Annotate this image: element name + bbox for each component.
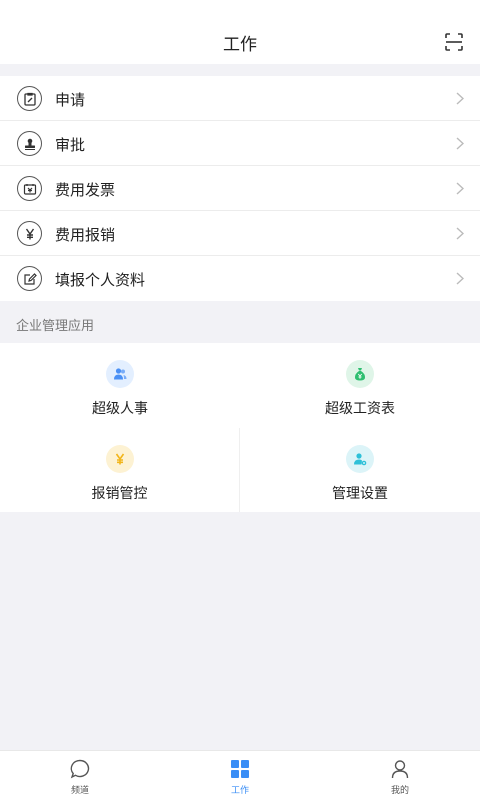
app-super-payroll[interactable]: 超级工资表 <box>240 343 480 427</box>
chat-bubble-icon <box>70 759 90 779</box>
menu-label: 费用发票 <box>55 181 116 199</box>
app-expense-control[interactable]: 报销管控 <box>0 428 240 512</box>
chevron-right-icon <box>456 182 464 195</box>
section-title: 企业管理应用 <box>16 319 95 334</box>
menu-label: 费用报销 <box>55 226 116 244</box>
top-bar: 工作 <box>0 0 480 64</box>
stamp-icon <box>17 131 42 156</box>
menu-item-reimburse[interactable]: 费用报销 <box>0 211 480 256</box>
page-title: 工作 <box>223 35 257 55</box>
tab-label: 工作 <box>230 786 249 796</box>
menu-label: 填报个人资料 <box>55 271 146 289</box>
menu-item-invoice[interactable]: 费用发票 <box>0 166 480 211</box>
invoice-icon <box>17 176 42 201</box>
user-settings-icon <box>346 445 374 473</box>
people-icon <box>106 360 134 388</box>
chevron-right-icon <box>456 92 464 105</box>
work-menu: 申请 审批 费用发票 费用报销 填报个人资料 <box>0 76 480 301</box>
menu-item-profile[interactable]: 填报个人资料 <box>0 256 480 301</box>
chevron-right-icon <box>456 272 464 285</box>
menu-item-approve[interactable]: 审批 <box>0 121 480 166</box>
yen-coin-icon <box>106 445 134 473</box>
app-label: 超级工资表 <box>325 401 395 417</box>
app-label: 超级人事 <box>92 401 148 417</box>
grid-icon <box>231 760 249 778</box>
app-label: 报销管控 <box>91 486 148 502</box>
money-bag-icon <box>346 360 374 388</box>
yen-icon <box>17 221 42 246</box>
app-management-settings[interactable]: 管理设置 <box>240 428 480 512</box>
chevron-right-icon <box>456 137 464 150</box>
bottom-tab-bar: 频道 工作 我的 <box>0 750 480 800</box>
tab-work[interactable]: 工作 <box>160 751 320 800</box>
menu-label: 申请 <box>55 91 86 109</box>
enterprise-apps-grid: 超级人事 超级工资表 报销管控 管理设置 <box>0 343 480 512</box>
menu-label: 审批 <box>55 136 86 154</box>
tab-channel[interactable]: 频道 <box>0 751 160 800</box>
chevron-right-icon <box>456 227 464 240</box>
menu-item-apply[interactable]: 申请 <box>0 76 480 121</box>
scan-icon[interactable] <box>444 32 464 52</box>
tab-label: 我的 <box>390 786 409 796</box>
tab-mine[interactable]: 我的 <box>320 751 480 800</box>
person-icon <box>391 760 409 779</box>
app-super-hr[interactable]: 超级人事 <box>0 343 240 427</box>
app-label: 管理设置 <box>332 486 388 502</box>
edit-note-icon <box>17 266 42 291</box>
tab-label: 频道 <box>70 786 89 796</box>
clipboard-edit-icon <box>17 86 42 111</box>
